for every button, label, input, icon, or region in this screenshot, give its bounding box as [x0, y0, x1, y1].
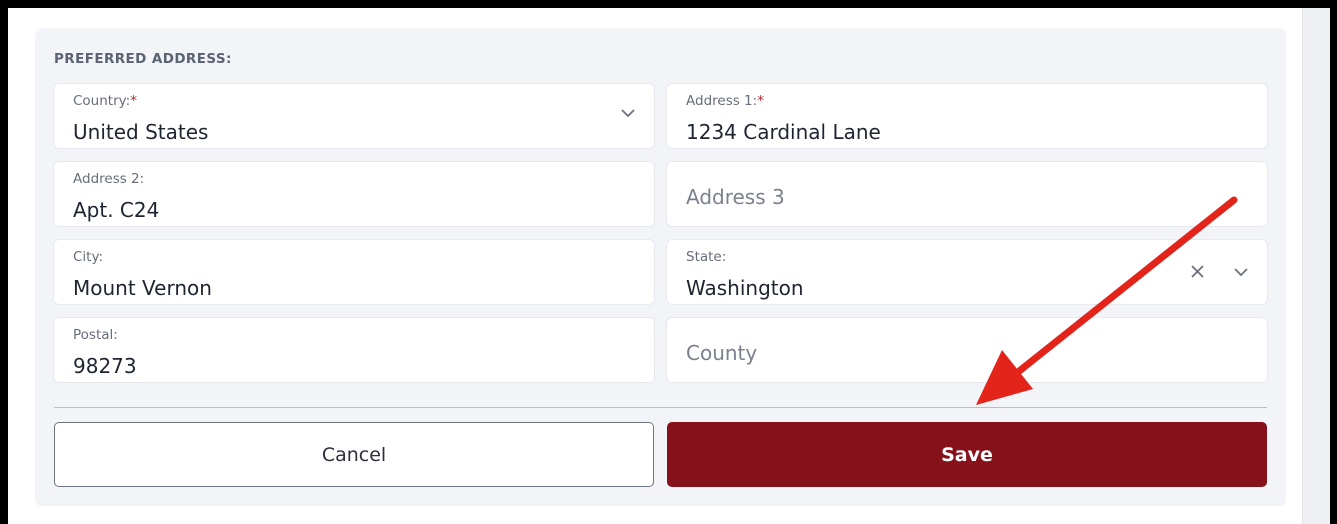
chevron-down-icon[interactable] [620, 108, 636, 118]
address1-label: Address 1:* [686, 93, 764, 109]
postal-field[interactable]: Postal: 98273 [54, 318, 654, 382]
state-value: Washington [686, 276, 804, 300]
cancel-button[interactable]: Cancel [54, 422, 654, 487]
country-select[interactable]: Country:* United States [54, 84, 654, 148]
address2-value: Apt. C24 [73, 198, 160, 222]
postal-label: Postal: [73, 327, 118, 343]
state-select[interactable]: State: Washington [667, 240, 1267, 304]
divider [54, 407, 1267, 408]
city-label: City: [73, 249, 104, 265]
address1-value: 1234 Cardinal Lane [686, 120, 881, 144]
required-marker: * [130, 93, 137, 109]
close-icon[interactable] [1189, 263, 1206, 280]
country-value: United States [73, 120, 209, 144]
county-field[interactable]: County [667, 318, 1267, 382]
country-label: Country:* [73, 93, 137, 109]
address2-label: Address 2: [73, 171, 145, 187]
address3-placeholder: Address 3 [686, 185, 785, 209]
required-marker: * [757, 93, 764, 109]
address1-field[interactable]: Address 1:* 1234 Cardinal Lane [667, 84, 1267, 148]
chevron-down-icon[interactable] [1233, 267, 1249, 277]
city-field[interactable]: City: Mount Vernon [54, 240, 654, 304]
address2-field[interactable]: Address 2: Apt. C24 [54, 162, 654, 226]
postal-value: 98273 [73, 354, 137, 378]
section-title: PREFERRED ADDRESS: [54, 51, 232, 67]
scrollbar-track[interactable] [1302, 8, 1330, 524]
state-label: State: [686, 249, 727, 265]
county-placeholder: County [686, 341, 758, 365]
address3-field[interactable]: Address 3 [667, 162, 1267, 226]
city-value: Mount Vernon [73, 276, 212, 300]
save-button[interactable]: Save [667, 422, 1267, 487]
